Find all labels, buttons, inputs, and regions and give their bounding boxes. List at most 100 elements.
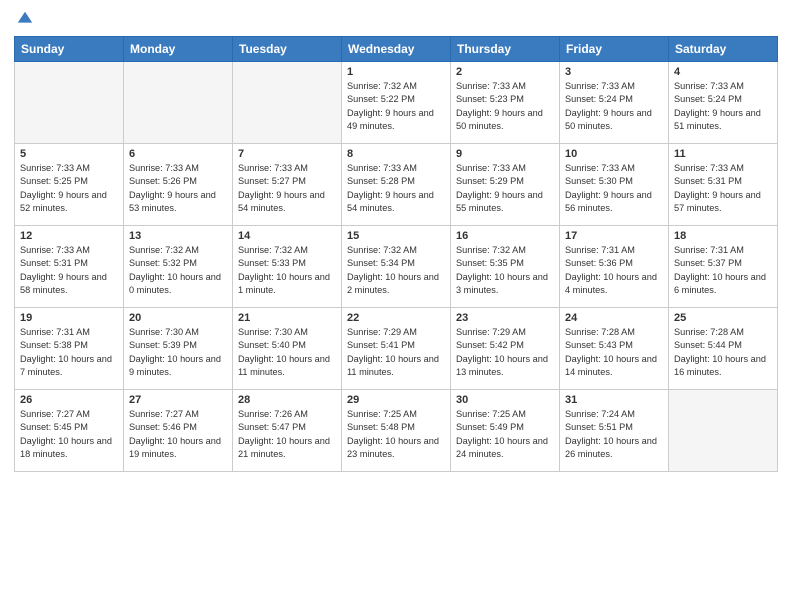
calendar-cell: 24 Sunrise: 7:28 AMSunset: 5:43 PMDayligh…: [560, 308, 669, 390]
day-number: 13: [129, 230, 227, 242]
day-info: Sunrise: 7:27 AMSunset: 5:45 PMDaylight:…: [20, 408, 118, 461]
day-number: 31: [565, 394, 663, 406]
day-number: 29: [347, 394, 445, 406]
calendar-cell: 23 Sunrise: 7:29 AMSunset: 5:42 PMDayligh…: [451, 308, 560, 390]
day-number: 15: [347, 230, 445, 242]
day-info: Sunrise: 7:27 AMSunset: 5:46 PMDaylight:…: [129, 408, 227, 461]
day-info: Sunrise: 7:33 AMSunset: 5:25 PMDaylight:…: [20, 162, 118, 215]
week-row-5: 26 Sunrise: 7:27 AMSunset: 5:45 PMDayligh…: [15, 390, 778, 472]
weekday-header-tuesday: Tuesday: [233, 37, 342, 62]
day-number: 10: [565, 148, 663, 160]
day-info: Sunrise: 7:32 AMSunset: 5:32 PMDaylight:…: [129, 244, 227, 297]
day-number: 21: [238, 312, 336, 324]
day-number: 7: [238, 148, 336, 160]
day-number: 20: [129, 312, 227, 324]
week-row-4: 19Sunrise: 7:31 AMSunset: 5:38 PMDayligh…: [15, 308, 778, 390]
day-info: Sunrise: 7:32 AMSunset: 5:34 PMDaylight:…: [347, 244, 445, 297]
day-info: Sunrise: 7:33 AMSunset: 5:31 PMDaylight:…: [674, 162, 772, 215]
day-number: 3: [565, 66, 663, 78]
day-info: Sunrise: 7:28 AMSunset: 5:43 PMDaylight:…: [565, 326, 663, 379]
calendar-cell: 7Sunrise: 7:33 AMSunset: 5:27 PMDaylight…: [233, 144, 342, 226]
calendar-cell: [669, 390, 778, 472]
day-number: 9: [456, 148, 554, 160]
calendar-cell: 9 Sunrise: 7:33 AMSunset: 5:29 PMDaylight…: [451, 144, 560, 226]
day-number: 6: [129, 148, 227, 160]
logo-icon: [16, 10, 34, 28]
day-info: Sunrise: 7:30 AMSunset: 5:40 PMDaylight:…: [238, 326, 336, 379]
day-info: Sunrise: 7:33 AMSunset: 5:29 PMDaylight:…: [456, 162, 554, 215]
calendar-cell: 8Sunrise: 7:33 AMSunset: 5:28 PMDaylight…: [342, 144, 451, 226]
day-number: 26: [20, 394, 118, 406]
calendar-cell: 11 Sunrise: 7:33 AMSunset: 5:31 PMDayligh…: [669, 144, 778, 226]
day-number: 25: [674, 312, 772, 324]
weekday-header-row: SundayMondayTuesdayWednesdayThursdayFrid…: [15, 37, 778, 62]
page-header: [14, 10, 778, 28]
weekday-header-wednesday: Wednesday: [342, 37, 451, 62]
calendar-cell: 4 Sunrise: 7:33 AMSunset: 5:24 PMDaylight…: [669, 62, 778, 144]
day-number: 1: [347, 66, 445, 78]
day-number: 5: [20, 148, 118, 160]
day-info: Sunrise: 7:30 AMSunset: 5:39 PMDaylight:…: [129, 326, 227, 379]
calendar-cell: 26 Sunrise: 7:27 AMSunset: 5:45 PMDayligh…: [15, 390, 124, 472]
calendar-cell: 10Sunrise: 7:33 AMSunset: 5:30 PMDayligh…: [560, 144, 669, 226]
calendar-cell: 16 Sunrise: 7:32 AMSunset: 5:35 PMDayligh…: [451, 226, 560, 308]
day-number: 23: [456, 312, 554, 324]
day-info: Sunrise: 7:31 AMSunset: 5:37 PMDaylight:…: [674, 244, 772, 297]
calendar-cell: 14 Sunrise: 7:32 AMSunset: 5:33 PMDayligh…: [233, 226, 342, 308]
week-row-3: 12 Sunrise: 7:33 AMSunset: 5:31 PMDayligh…: [15, 226, 778, 308]
day-number: 2: [456, 66, 554, 78]
calendar-cell: 17 Sunrise: 7:31 AMSunset: 5:36 PMDayligh…: [560, 226, 669, 308]
calendar-cell: 31 Sunrise: 7:24 AMSunset: 5:51 PMDayligh…: [560, 390, 669, 472]
calendar-cell: 3 Sunrise: 7:33 AMSunset: 5:24 PMDaylight…: [560, 62, 669, 144]
calendar-cell: 18 Sunrise: 7:31 AMSunset: 5:37 PMDayligh…: [669, 226, 778, 308]
calendar-cell: 2Sunrise: 7:33 AMSunset: 5:23 PMDaylight…: [451, 62, 560, 144]
day-number: 16: [456, 230, 554, 242]
day-number: 14: [238, 230, 336, 242]
day-number: 17: [565, 230, 663, 242]
calendar-cell: 29 Sunrise: 7:25 AMSunset: 5:48 PMDayligh…: [342, 390, 451, 472]
day-info: Sunrise: 7:25 AMSunset: 5:49 PMDaylight:…: [456, 408, 554, 461]
day-number: 27: [129, 394, 227, 406]
calendar-cell: 27 Sunrise: 7:27 AMSunset: 5:46 PMDayligh…: [124, 390, 233, 472]
calendar-cell: 19Sunrise: 7:31 AMSunset: 5:38 PMDayligh…: [15, 308, 124, 390]
day-info: Sunrise: 7:33 AMSunset: 5:31 PMDaylight:…: [20, 244, 118, 297]
day-info: Sunrise: 7:24 AMSunset: 5:51 PMDaylight:…: [565, 408, 663, 461]
calendar-cell: [233, 62, 342, 144]
day-number: 28: [238, 394, 336, 406]
calendar-cell: 12 Sunrise: 7:33 AMSunset: 5:31 PMDayligh…: [15, 226, 124, 308]
week-row-1: 1 Sunrise: 7:32 AMSunset: 5:22 PMDaylight…: [15, 62, 778, 144]
day-number: 12: [20, 230, 118, 242]
weekday-header-sunday: Sunday: [15, 37, 124, 62]
week-row-2: 5 Sunrise: 7:33 AMSunset: 5:25 PMDaylight…: [15, 144, 778, 226]
calendar-cell: 6 Sunrise: 7:33 AMSunset: 5:26 PMDaylight…: [124, 144, 233, 226]
day-info: Sunrise: 7:33 AMSunset: 5:26 PMDaylight:…: [129, 162, 227, 215]
calendar-cell: 13 Sunrise: 7:32 AMSunset: 5:32 PMDayligh…: [124, 226, 233, 308]
day-number: 24: [565, 312, 663, 324]
day-number: 8: [347, 148, 445, 160]
day-info: Sunrise: 7:28 AMSunset: 5:44 PMDaylight:…: [674, 326, 772, 379]
calendar-cell: [15, 62, 124, 144]
weekday-header-thursday: Thursday: [451, 37, 560, 62]
logo: [14, 10, 34, 28]
day-info: Sunrise: 7:32 AMSunset: 5:33 PMDaylight:…: [238, 244, 336, 297]
calendar-cell: [124, 62, 233, 144]
day-info: Sunrise: 7:31 AMSunset: 5:38 PMDaylight:…: [20, 326, 118, 379]
calendar-cell: 25 Sunrise: 7:28 AMSunset: 5:44 PMDayligh…: [669, 308, 778, 390]
calendar-cell: 20 Sunrise: 7:30 AMSunset: 5:39 PMDayligh…: [124, 308, 233, 390]
calendar: SundayMondayTuesdayWednesdayThursdayFrid…: [14, 36, 778, 472]
day-info: Sunrise: 7:33 AMSunset: 5:24 PMDaylight:…: [674, 80, 772, 133]
day-info: Sunrise: 7:32 AMSunset: 5:22 PMDaylight:…: [347, 80, 445, 133]
day-number: 18: [674, 230, 772, 242]
day-info: Sunrise: 7:33 AMSunset: 5:24 PMDaylight:…: [565, 80, 663, 133]
day-info: Sunrise: 7:29 AMSunset: 5:42 PMDaylight:…: [456, 326, 554, 379]
day-info: Sunrise: 7:32 AMSunset: 5:35 PMDaylight:…: [456, 244, 554, 297]
day-info: Sunrise: 7:25 AMSunset: 5:48 PMDaylight:…: [347, 408, 445, 461]
calendar-cell: 15 Sunrise: 7:32 AMSunset: 5:34 PMDayligh…: [342, 226, 451, 308]
calendar-cell: 1 Sunrise: 7:32 AMSunset: 5:22 PMDaylight…: [342, 62, 451, 144]
day-number: 22: [347, 312, 445, 324]
day-number: 11: [674, 148, 772, 160]
day-info: Sunrise: 7:29 AMSunset: 5:41 PMDaylight:…: [347, 326, 445, 379]
calendar-cell: 5 Sunrise: 7:33 AMSunset: 5:25 PMDaylight…: [15, 144, 124, 226]
day-number: 4: [674, 66, 772, 78]
day-info: Sunrise: 7:31 AMSunset: 5:36 PMDaylight:…: [565, 244, 663, 297]
